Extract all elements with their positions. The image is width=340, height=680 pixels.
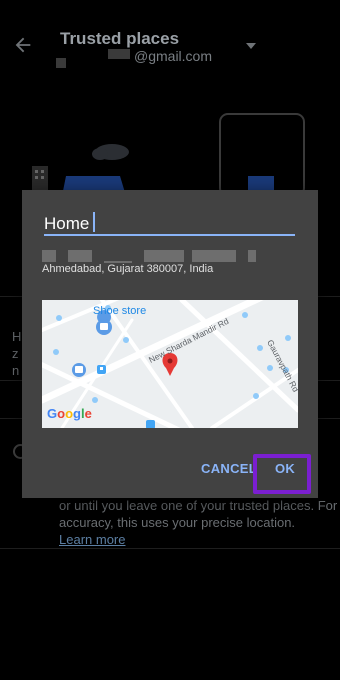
location-map[interactable]: Shoe store New Sharda Mandir Rd Gauravpa… <box>42 300 298 428</box>
place-name-input[interactable]: Home <box>44 212 295 236</box>
learn-more-link[interactable]: Learn more <box>59 532 125 547</box>
info-text-line2: accuracy, this uses your precise locatio… <box>59 515 296 530</box>
map-poi-label: Shoe store <box>93 305 147 317</box>
address-redacted <box>248 250 256 262</box>
google-logo: Google <box>47 406 92 421</box>
text-cursor <box>93 212 96 232</box>
place-address: Ahmedabad, Gujarat 380007, India <box>42 263 214 275</box>
trusted-places-illustration <box>32 113 305 196</box>
page-title: Trusted places <box>60 29 180 48</box>
back-arrow-icon[interactable] <box>12 34 34 56</box>
address-redacted <box>42 250 56 262</box>
account-name-redacted <box>56 58 66 68</box>
place-name-value: Home <box>44 214 90 233</box>
address-redacted <box>192 250 236 262</box>
account-email: @gmail.com <box>134 48 213 64</box>
cancel-button[interactable]: CANCEL <box>201 461 257 476</box>
ok-button[interactable]: OK <box>275 461 295 476</box>
account-name-redacted <box>108 49 130 59</box>
place-name-dialog: Home Ahmedabad, Gujarat 380007, India Sh… <box>22 190 318 498</box>
account-dropdown-icon[interactable] <box>246 42 256 50</box>
info-text-line1: or until you leave one of your trusted p… <box>59 498 338 513</box>
address-redacted <box>68 250 92 262</box>
app-bar: Trusted places @gmail.com <box>0 0 340 80</box>
address-redacted <box>144 250 184 262</box>
